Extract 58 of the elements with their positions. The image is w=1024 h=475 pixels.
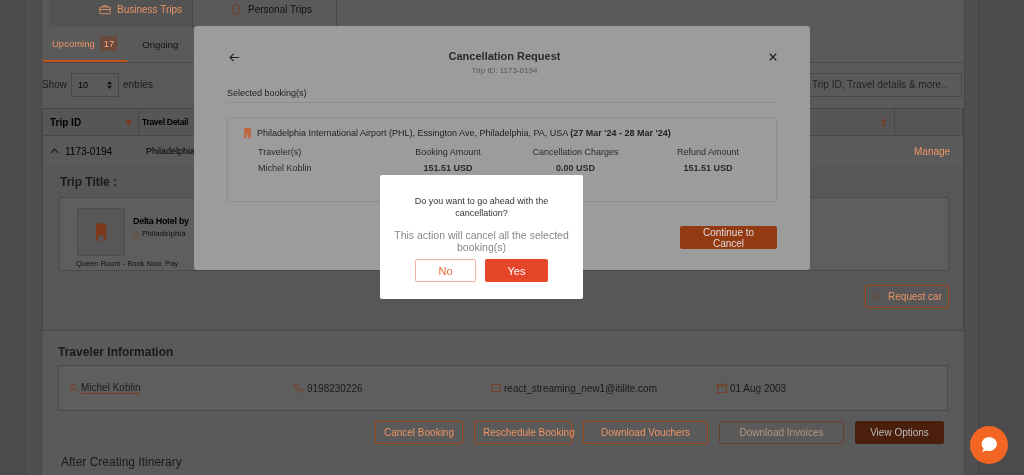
caret-icon[interactable] (50, 148, 59, 154)
action-button[interactable]: Cancel Booking (374, 421, 463, 444)
table-cell: 1173-0194 (65, 145, 113, 157)
column-header: Booking Amount (414, 147, 482, 157)
briefcase-icon (99, 4, 111, 15)
table-cell-text: 151.51 USD (422, 163, 474, 173)
action-button[interactable]: Download Vouchers (583, 421, 708, 444)
confirm-note: This action will cancel all the selected booking(s) (394, 229, 569, 253)
column-header: Cancellation Charges (531, 147, 620, 157)
action-button[interactable]: View Options (855, 421, 944, 444)
table-cell-text: 0.00 USD (555, 163, 596, 173)
traveler-name[interactable]: Michel Koblin (81, 382, 141, 394)
trip-title-label: Trip Title : (60, 175, 119, 189)
count-badge: 17 (99, 36, 119, 51)
chat-bubble-icon (979, 435, 999, 455)
updown-icon (107, 80, 112, 89)
trip-tab[interactable]: Business Trips (49, 0, 192, 27)
sort-down-icon (125, 120, 132, 126)
column-header[interactable]: Trip ID (43, 109, 139, 135)
phone-number: 9198230226 (307, 382, 363, 394)
request-car-button[interactable]: Request car (865, 285, 949, 308)
email-address: react_streaming_new1@itilite.com (504, 382, 657, 394)
continue-button[interactable]: Continue to Cancel (680, 226, 777, 249)
action-button[interactable]: Reschedule Booking (474, 421, 572, 444)
status-tab[interactable]: Upcoming 17 (43, 27, 128, 62)
person-icon (68, 383, 78, 393)
table-cell-text: 151.51 USD (682, 163, 734, 173)
section-label: Selected booking(s) (227, 88, 777, 103)
manage-link[interactable]: Manage (914, 145, 951, 157)
calendar-icon (717, 383, 727, 393)
dialog-title: Cancellation Request (447, 50, 562, 62)
phone-icon (230, 4, 242, 15)
hotel-city: Philadelphia (142, 229, 186, 238)
back-arrow-icon[interactable] (229, 53, 240, 62)
entries-label: entries (123, 79, 154, 90)
status-tab[interactable]: Ongoing (133, 27, 188, 62)
mail-icon (491, 383, 501, 393)
confirm-question: Do you want to go ahead with the cancellation? (413, 195, 550, 219)
column-header: Traveler(s) (258, 147, 303, 157)
show-label: Show (42, 79, 67, 90)
table-cell-text: Michel Koblin (258, 163, 313, 173)
section-heading: Traveler Information (58, 345, 175, 359)
table-cell: Philadelphia (146, 146, 196, 156)
close-icon[interactable] (769, 53, 777, 61)
location-pin-icon (133, 229, 139, 238)
column-header: Refund Amount (675, 147, 740, 157)
decline-button[interactable]: No (415, 259, 476, 282)
section-heading: After Creating Itinerary (61, 455, 183, 469)
building-icon (95, 222, 107, 242)
building-icon (243, 127, 252, 139)
sort-icon (881, 118, 886, 127)
birth-date: 01 Aug 2003 (730, 382, 787, 394)
hotel-name: Delta Hotel by (133, 216, 189, 226)
booking-location: Philadelphia International Airport (PHL), Essington Ave, Philadelphia, PA, USA (27 Mar '24 - 28 Mar '24) (257, 128, 671, 138)
confirm-button[interactable]: Yes (485, 259, 548, 282)
entries-select[interactable]: 10 (71, 72, 119, 97)
chat-button[interactable] (970, 426, 1008, 464)
phone-icon (294, 383, 304, 393)
